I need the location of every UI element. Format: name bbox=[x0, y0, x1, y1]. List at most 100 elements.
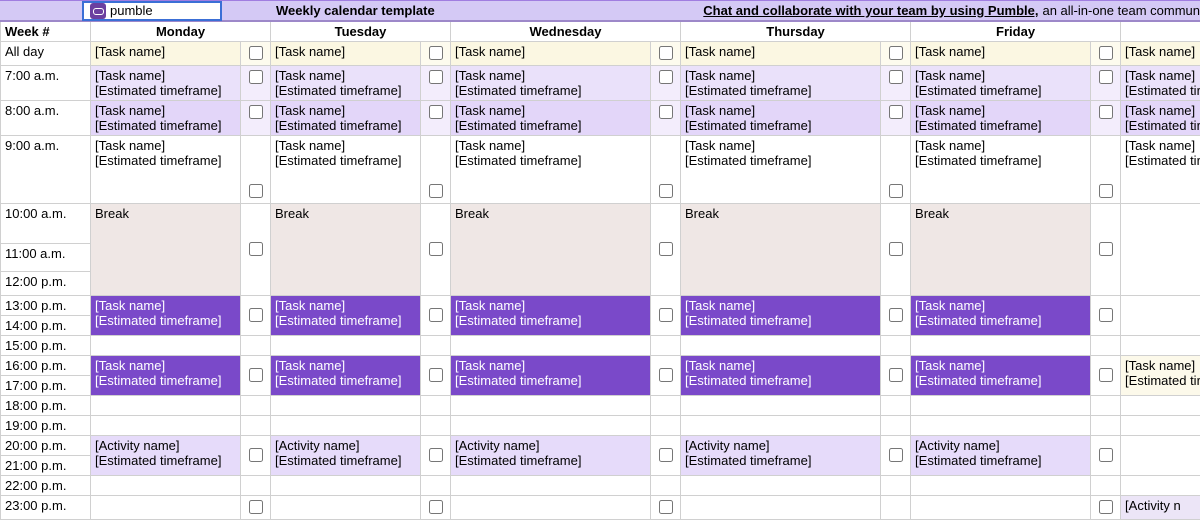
cell-8-thu[interactable]: [Task name][Estimated timeframe] bbox=[681, 101, 881, 136]
cell-23-fri[interactable] bbox=[911, 496, 1091, 520]
cell-break-sat[interactable] bbox=[1121, 204, 1200, 296]
cell-8-tue[interactable]: [Task name][Estimated timeframe] bbox=[271, 101, 421, 136]
cell-13-tue[interactable]: [Task name][Estimated timeframe] bbox=[271, 296, 421, 336]
cb-8-wed[interactable] bbox=[651, 101, 681, 136]
cell-22-mon[interactable] bbox=[91, 476, 241, 496]
cb-16-mon[interactable] bbox=[241, 356, 271, 396]
cell-18-thu[interactable] bbox=[681, 396, 881, 416]
cb-act-fri[interactable] bbox=[1091, 436, 1121, 476]
cell-19-tue[interactable] bbox=[271, 416, 421, 436]
cell-9-tue[interactable]: [Task name][Estimated timeframe] bbox=[271, 136, 421, 204]
cb-act-thu[interactable] bbox=[881, 436, 911, 476]
cb-18-wed[interactable] bbox=[651, 396, 681, 416]
cb-allday-wed[interactable] bbox=[651, 42, 681, 66]
cell-16-thu[interactable]: [Task name][Estimated timeframe] bbox=[681, 356, 881, 396]
cb-22-wed[interactable] bbox=[651, 476, 681, 496]
cb-16-thu[interactable] bbox=[881, 356, 911, 396]
cell-allday-wed[interactable]: [Task name] bbox=[451, 42, 651, 66]
cell-23-tue[interactable] bbox=[271, 496, 421, 520]
cb-18-mon[interactable] bbox=[241, 396, 271, 416]
cell-act-thu[interactable]: [Activity name][Estimated timeframe] bbox=[681, 436, 881, 476]
cell-13-sat[interactable] bbox=[1121, 296, 1200, 336]
cell-9-fri[interactable]: [Task name][Estimated timeframe] bbox=[911, 136, 1091, 204]
cell-8-fri[interactable]: [Task name][Estimated timeframe] bbox=[911, 101, 1091, 136]
cell-13-wed[interactable]: [Task name][Estimated timeframe] bbox=[451, 296, 651, 336]
cell-9-sat[interactable]: [Task name][Estimated tir bbox=[1121, 136, 1200, 204]
cell-23-wed[interactable] bbox=[451, 496, 651, 520]
cell-13-thu[interactable]: [Task name][Estimated timeframe] bbox=[681, 296, 881, 336]
cell-break-thu[interactable]: Break bbox=[681, 204, 881, 296]
cb-7-fri[interactable] bbox=[1091, 66, 1121, 101]
cb-18-tue[interactable] bbox=[421, 396, 451, 416]
cell-18-sat[interactable] bbox=[1121, 396, 1200, 416]
cell-13-mon[interactable]: [Task name][Estimated timeframe] bbox=[91, 296, 241, 336]
cb-16-wed[interactable] bbox=[651, 356, 681, 396]
cell-15-sat[interactable] bbox=[1121, 336, 1200, 356]
cell-7-wed[interactable]: [Task name][Estimated timeframe] bbox=[451, 66, 651, 101]
cb-allday-thu[interactable] bbox=[881, 42, 911, 66]
cell-allday-sat[interactable]: [Task name] bbox=[1121, 42, 1200, 66]
cell-16-fri[interactable]: [Task name][Estimated timeframe] bbox=[911, 356, 1091, 396]
cb-22-tue[interactable] bbox=[421, 476, 451, 496]
cb-19-thu[interactable] bbox=[881, 416, 911, 436]
cell-16-tue[interactable]: [Task name][Estimated timeframe] bbox=[271, 356, 421, 396]
cb-22-mon[interactable] bbox=[241, 476, 271, 496]
cb-9-wed[interactable] bbox=[651, 136, 681, 204]
cb-9-tue[interactable] bbox=[421, 136, 451, 204]
cb-15-mon[interactable] bbox=[241, 336, 271, 356]
cb-act-mon[interactable] bbox=[241, 436, 271, 476]
cb-8-fri[interactable] bbox=[1091, 101, 1121, 136]
cb-13-mon[interactable] bbox=[241, 296, 271, 336]
cb-break-wed[interactable] bbox=[651, 204, 681, 296]
cell-15-wed[interactable] bbox=[451, 336, 651, 356]
cell-9-thu[interactable]: [Task name][Estimated timeframe] bbox=[681, 136, 881, 204]
cb-9-thu[interactable] bbox=[881, 136, 911, 204]
cell-allday-thu[interactable]: [Task name] bbox=[681, 42, 881, 66]
cell-23-thu[interactable] bbox=[681, 496, 881, 520]
cb-22-thu[interactable] bbox=[881, 476, 911, 496]
cell-9-mon[interactable]: [Task name][Estimated timeframe] bbox=[91, 136, 241, 204]
cb-19-wed[interactable] bbox=[651, 416, 681, 436]
cell-15-tue[interactable] bbox=[271, 336, 421, 356]
cb-break-thu[interactable] bbox=[881, 204, 911, 296]
cell-23-sat[interactable]: [Activity n bbox=[1121, 496, 1200, 520]
cb-break-fri[interactable] bbox=[1091, 204, 1121, 296]
cb-act-tue[interactable] bbox=[421, 436, 451, 476]
cell-18-fri[interactable] bbox=[911, 396, 1091, 416]
cell-18-mon[interactable] bbox=[91, 396, 241, 416]
cell-18-wed[interactable] bbox=[451, 396, 651, 416]
cb-19-mon[interactable] bbox=[241, 416, 271, 436]
cb-7-thu[interactable] bbox=[881, 66, 911, 101]
cell-15-fri[interactable] bbox=[911, 336, 1091, 356]
cell-7-fri[interactable]: [Task name][Estimated timeframe] bbox=[911, 66, 1091, 101]
cell-break-tue[interactable]: Break bbox=[271, 204, 421, 296]
cb-8-tue[interactable] bbox=[421, 101, 451, 136]
cell-7-mon[interactable]: [Task name][Estimated timeframe] bbox=[91, 66, 241, 101]
cb-act-wed[interactable] bbox=[651, 436, 681, 476]
cb-22-fri[interactable] bbox=[1091, 476, 1121, 496]
cb-23-tue[interactable] bbox=[421, 496, 451, 520]
cell-allday-mon[interactable]: [Task name] bbox=[91, 42, 241, 66]
cell-act-sat[interactable] bbox=[1121, 436, 1200, 476]
cb-23-mon[interactable] bbox=[241, 496, 271, 520]
cb-18-fri[interactable] bbox=[1091, 396, 1121, 416]
cb-15-thu[interactable] bbox=[881, 336, 911, 356]
cell-allday-fri[interactable]: [Task name] bbox=[911, 42, 1091, 66]
cell-break-wed[interactable]: Break bbox=[451, 204, 651, 296]
cell-18-tue[interactable] bbox=[271, 396, 421, 416]
cell-8-wed[interactable]: [Task name][Estimated timeframe] bbox=[451, 101, 651, 136]
cb-16-fri[interactable] bbox=[1091, 356, 1121, 396]
logo-cell[interactable]: pumble bbox=[82, 1, 222, 21]
cell-8-sat[interactable]: [Task name][Estimated tir bbox=[1121, 101, 1200, 136]
cb-15-wed[interactable] bbox=[651, 336, 681, 356]
cell-22-thu[interactable] bbox=[681, 476, 881, 496]
cell-act-mon[interactable]: [Activity name][Estimated timeframe] bbox=[91, 436, 241, 476]
cb-7-tue[interactable] bbox=[421, 66, 451, 101]
cb-19-tue[interactable] bbox=[421, 416, 451, 436]
cell-16-mon[interactable]: [Task name][Estimated timeframe] bbox=[91, 356, 241, 396]
cell-22-tue[interactable] bbox=[271, 476, 421, 496]
cb-15-tue[interactable] bbox=[421, 336, 451, 356]
cell-19-fri[interactable] bbox=[911, 416, 1091, 436]
cell-19-mon[interactable] bbox=[91, 416, 241, 436]
cell-23-mon[interactable] bbox=[91, 496, 241, 520]
